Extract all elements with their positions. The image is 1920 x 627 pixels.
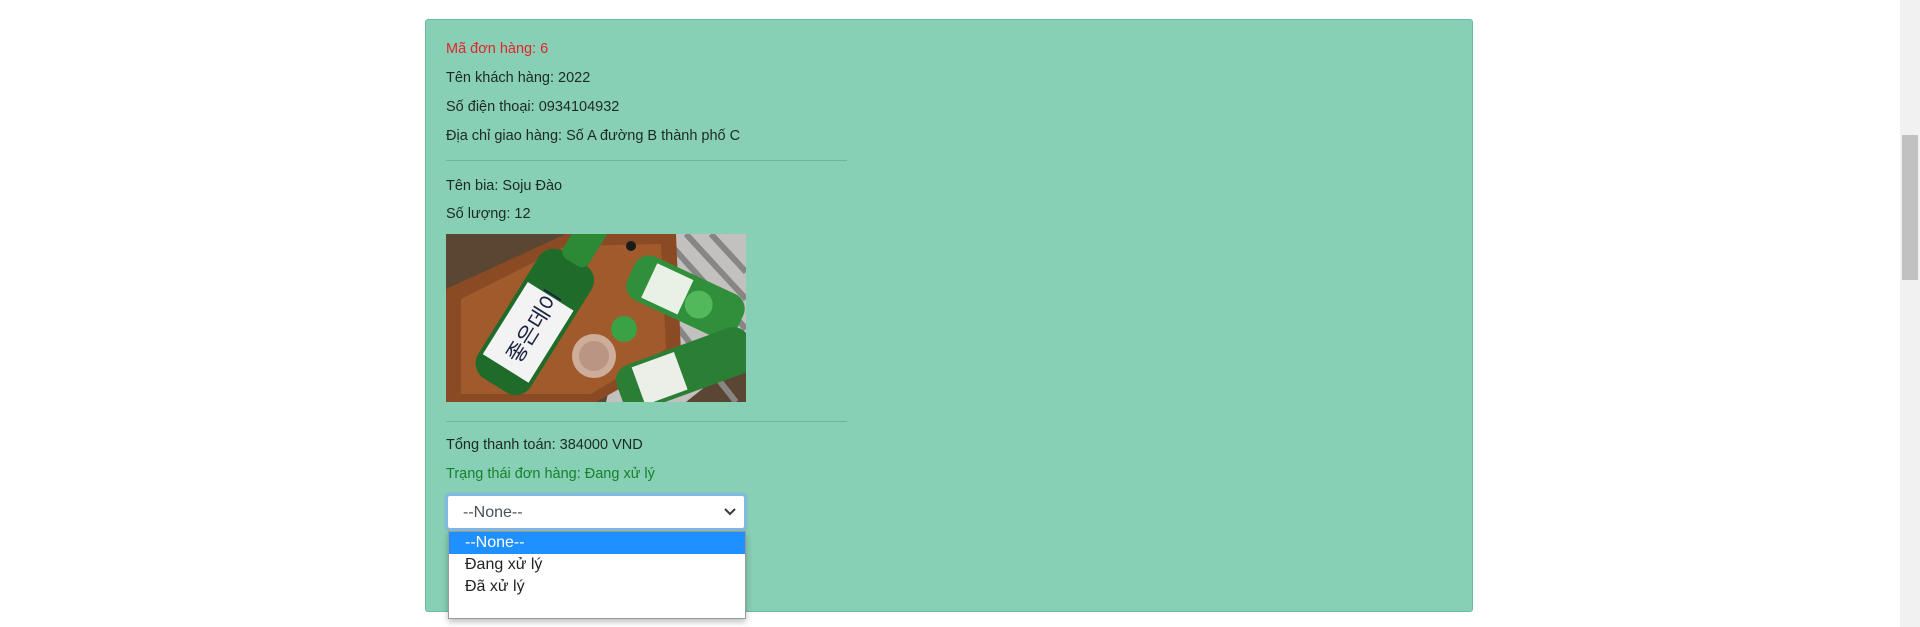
shipping-address: Địa chỉ giao hàng: Số A đường B thành ph… <box>446 128 741 144</box>
product-image: 좋은데이 <box>446 234 746 402</box>
dropdown-option-none[interactable]: --None-- <box>449 532 745 554</box>
status-dropdown-list: --None-- Đang xử lý Đã xử lý <box>448 531 746 619</box>
status-select-value: --None-- <box>463 504 523 521</box>
phone-number: Số điện thoại: 0934104932 <box>446 99 620 115</box>
order-card: Mã đơn hàng: 6 Tên khách hàng: 2022 Số đ… <box>425 19 1473 619</box>
scrollbar[interactable] <box>1900 0 1920 627</box>
chevron-down-icon <box>724 508 736 516</box>
customer-name: Tên khách hàng: 2022 <box>446 70 591 86</box>
dropdown-option-processing[interactable]: Đang xử lý <box>449 554 745 576</box>
status-select[interactable]: --None-- <box>446 494 746 530</box>
scrollbar-thumb[interactable] <box>1902 135 1918 280</box>
order-status: Trạng thái đơn hàng: Đang xử lý <box>446 466 655 482</box>
dropdown-option-processed[interactable]: Đã xử lý <box>449 576 745 598</box>
order-id: Mã đơn hàng: 6 <box>446 41 549 57</box>
divider <box>446 421 847 422</box>
order-total: Tổng thanh toán: 384000 VND <box>446 437 643 453</box>
page: Mã đơn hàng: 6 Tên khách hàng: 2022 Số đ… <box>0 0 1920 627</box>
divider <box>446 160 847 161</box>
product-quantity: Số lượng: 12 <box>446 206 531 222</box>
product-name: Tên bia: Soju Đào <box>446 178 563 194</box>
